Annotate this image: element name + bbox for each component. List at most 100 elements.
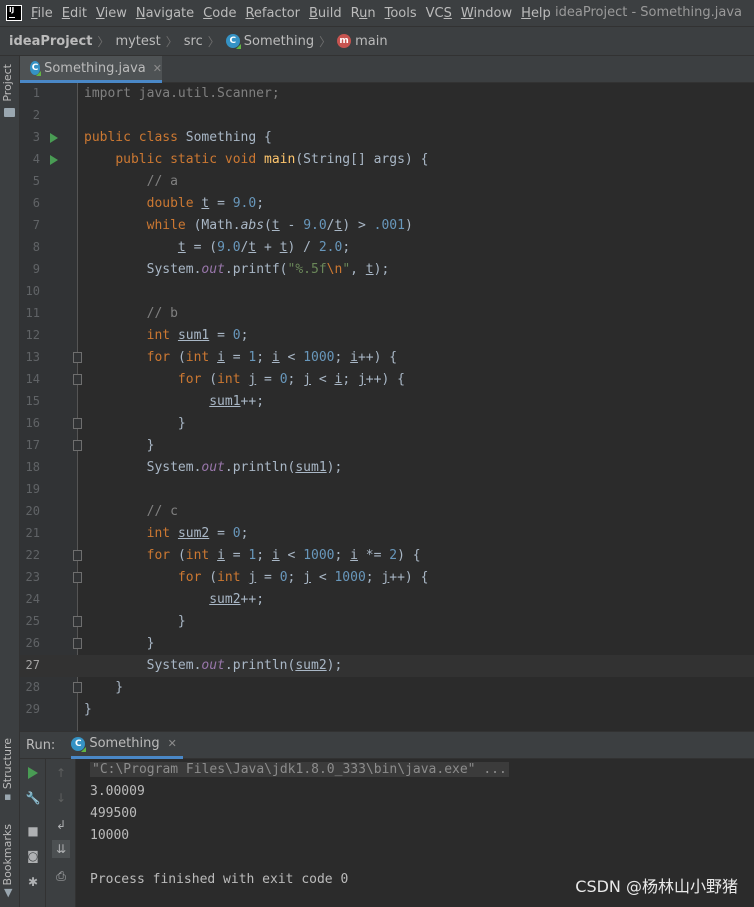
fold-marker-icon[interactable] [73, 616, 82, 627]
line-number: 9 [32, 262, 40, 276]
code-line[interactable]: 5 // a [20, 171, 754, 193]
close-icon[interactable]: ✕ [168, 737, 177, 750]
menu-item-file[interactable]: File [31, 6, 53, 21]
code-line[interactable]: 28 } [20, 677, 754, 699]
run-gutter-icon[interactable] [50, 155, 58, 165]
code-line[interactable]: 29} [20, 699, 754, 721]
menu-item-tools[interactable]: Tools [385, 6, 417, 21]
code-line[interactable]: 19 [20, 479, 754, 501]
menu-item-run[interactable]: Run [351, 6, 376, 21]
code-line[interactable]: 22 for (int i = 1; i < 1000; i *= 2) { [20, 545, 754, 567]
code-line[interactable]: 15 sum1++; [20, 391, 754, 413]
menu-item-vcs[interactable]: VCS [426, 6, 452, 21]
fold-marker-icon[interactable] [73, 550, 82, 561]
tab-something-java[interactable]: C Something.java ✕ [20, 56, 162, 83]
run-tab-something[interactable]: C Something ✕ [71, 731, 183, 759]
line-number: 10 [25, 284, 40, 298]
code-line[interactable]: 27 System.out.println(sum2); [20, 655, 754, 677]
tab-label: Something.java [44, 60, 146, 76]
code-text: } [84, 416, 186, 431]
code-line[interactable]: 23 for (int j = 0; j < 1000; j++) { [20, 567, 754, 589]
code-line[interactable]: 16 } [20, 413, 754, 435]
arrow-down-icon[interactable]: ↓ [52, 789, 70, 807]
breadcrumb-class[interactable]: C Something [225, 34, 314, 49]
fold-marker-icon[interactable] [73, 638, 82, 649]
structure-icon[interactable]: ▪ [4, 790, 11, 803]
print-icon[interactable]: ⎙ [52, 867, 70, 885]
code-text: // a [146, 174, 178, 189]
code-line[interactable]: 3 public class Something { [20, 127, 754, 149]
play-icon [28, 767, 38, 779]
bookmark-icon[interactable]: ▼ [4, 886, 12, 899]
breadcrumb-module[interactable]: mytest [115, 34, 160, 49]
console-output[interactable]: "C:\Program Files\Java\jdk1.8.0_333\bin\… [76, 759, 754, 907]
run-tab-label: Something [89, 736, 160, 751]
menu-item-refactor[interactable]: Refactor [245, 6, 300, 21]
structure-tool-button[interactable]: Structure [1, 738, 14, 789]
arrow-up-icon[interactable]: ↑ [52, 764, 70, 782]
menu-item-navigate[interactable]: Navigate [136, 6, 194, 21]
fold-marker-icon[interactable] [73, 374, 82, 385]
line-number: 25 [25, 614, 40, 628]
code-text: } [84, 614, 186, 629]
menu-item-view[interactable]: View [96, 6, 127, 21]
project-tool-button[interactable]: Project [1, 64, 14, 102]
code-line[interactable]: 18 System.out.println(sum1); [20, 457, 754, 479]
breadcrumb-project[interactable]: ideaProject [9, 34, 92, 49]
fold-marker-icon[interactable] [73, 352, 82, 363]
line-number: 12 [25, 328, 40, 342]
scroll-to-end-icon[interactable]: ⇊ [52, 840, 70, 858]
fold-marker-icon[interactable] [73, 682, 82, 693]
close-icon[interactable]: ✕ [153, 62, 162, 75]
code-line[interactable]: 20 // c [20, 501, 754, 523]
soft-wrap-icon[interactable]: ↲ [52, 816, 70, 834]
code-line[interactable]: 7 while (Math.abs(t - 9.0/t) > .001) [20, 215, 754, 237]
line-number: 4 [32, 152, 40, 166]
bookmarks-tool-button[interactable]: Bookmarks [1, 824, 14, 885]
code-line[interactable]: 21 int sum2 = 0; [20, 523, 754, 545]
intellij-logo-icon: IJ [6, 5, 22, 21]
code-editor[interactable]: 1 import java.util.Scanner; 2 3 public class… [20, 83, 754, 731]
code-line[interactable]: 1 import java.util.Scanner; [20, 83, 754, 105]
folder-icon[interactable] [4, 108, 15, 117]
fold-marker-icon[interactable] [73, 572, 82, 583]
code-line[interactable]: 2 [20, 105, 754, 127]
code-line[interactable]: 4 public static void main(String[] args)… [20, 149, 754, 171]
menu-item-build[interactable]: Build [309, 6, 342, 21]
breadcrumb-method[interactable]: m main [337, 34, 388, 49]
code-line[interactable]: 8 t = (9.0/t + t) / 2.0; [20, 237, 754, 259]
line-number: 15 [25, 394, 40, 408]
run-gutter-icon[interactable] [50, 133, 58, 143]
line-number: 13 [25, 350, 40, 364]
code-line[interactable]: 24 sum2++; [20, 589, 754, 611]
debug-icon[interactable]: ✱ [24, 873, 42, 891]
code-text: System.out.printf("%.5f\n", t); [84, 262, 390, 277]
breadcrumb-folder[interactable]: src [184, 34, 203, 49]
wrench-icon[interactable]: 🔧 [24, 789, 42, 807]
menu-item-window[interactable]: Window [461, 6, 512, 21]
code-line[interactable]: 9 System.out.printf("%.5f\n", t); [20, 259, 754, 281]
code-line[interactable]: 17 } [20, 435, 754, 457]
run-panel-header: Run: C Something ✕ [20, 731, 754, 759]
line-number: 8 [32, 240, 40, 254]
code-line[interactable]: 14 for (int j = 0; j < i; j++) { [20, 369, 754, 391]
code-line[interactable]: 11 // b [20, 303, 754, 325]
fold-marker-icon[interactable] [73, 418, 82, 429]
camera-icon[interactable]: ◙ [24, 847, 42, 865]
code-line[interactable]: 12 int sum1 = 0; [20, 325, 754, 347]
code-line[interactable]: 26 } [20, 633, 754, 655]
code-line[interactable]: 10 [20, 281, 754, 303]
rerun-button[interactable] [24, 764, 42, 782]
code-line[interactable]: 25 } [20, 611, 754, 633]
menu-item-code[interactable]: Code [203, 6, 236, 21]
menu-item-help[interactable]: Help [521, 6, 551, 21]
menu-item-edit[interactable]: Edit [62, 6, 87, 21]
run-toolbar-primary: 🔧 ■ ◙ ✱ [20, 759, 46, 907]
stop-icon[interactable]: ■ [24, 822, 42, 840]
code-text: for (int i = 1; i < 1000; i++) { [146, 350, 398, 365]
code-text: // b [146, 306, 178, 321]
code-line[interactable]: 6 double t = 9.0; [20, 193, 754, 215]
console-output-line: 499500 [90, 806, 137, 821]
fold-marker-icon[interactable] [73, 440, 82, 451]
code-line[interactable]: 13 for (int i = 1; i < 1000; i++) { [20, 347, 754, 369]
